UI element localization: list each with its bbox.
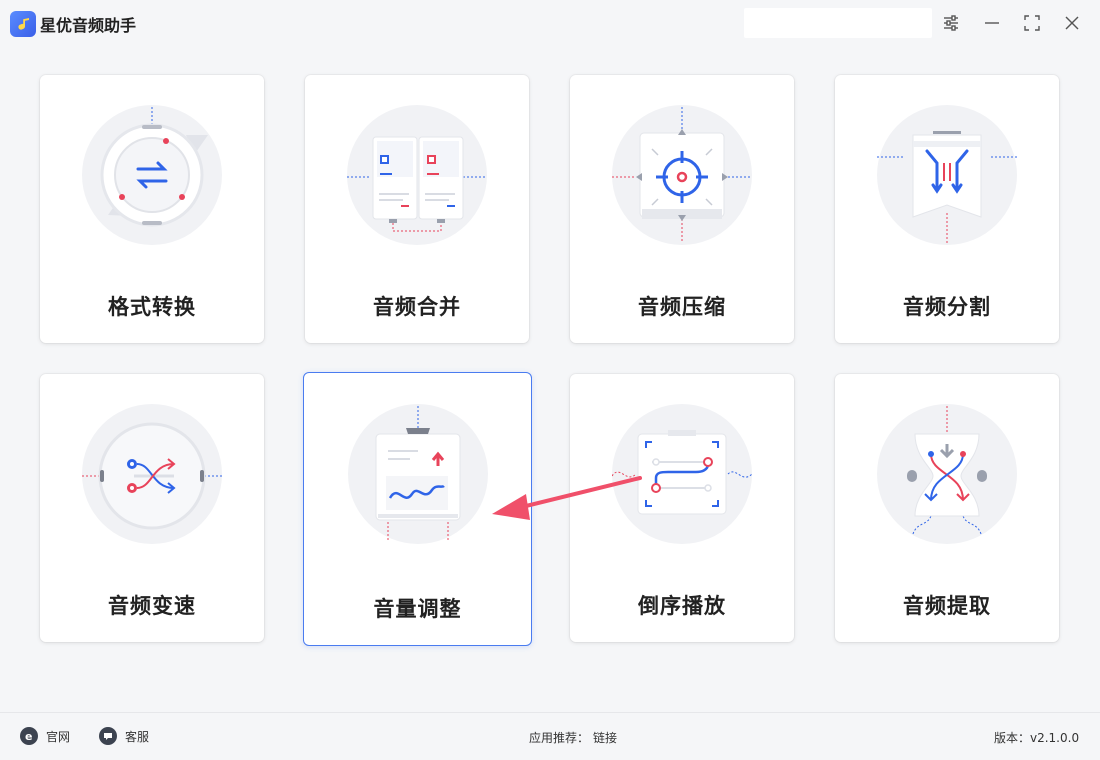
version-label: 版本：v2.1.0.0: [994, 731, 1080, 745]
svg-text:e: e: [25, 730, 32, 742]
feature-label: 格式转换: [108, 295, 196, 319]
app-logo: [10, 11, 36, 37]
feature-label: 音量调整: [373, 597, 462, 621]
feature-card-audio-compress[interactable]: 音频压缩: [570, 75, 794, 343]
format-convert-icon: [82, 105, 222, 245]
recommend-label: 应用推荐：: [529, 731, 590, 745]
maximize-icon[interactable]: [1021, 12, 1043, 34]
volume-adjust-icon: [348, 404, 488, 544]
music-note-icon: [18, 17, 29, 30]
feature-card-audio-extract[interactable]: 音频提取: [835, 374, 1059, 642]
recommend-link[interactable]: 链接: [593, 729, 617, 746]
footer-bar: e 官网 客服 应用推荐： 链接 版本：v2.1.0.0: [0, 712, 1100, 760]
website-label: 官网: [46, 729, 71, 744]
minimize-icon[interactable]: [981, 12, 1003, 34]
title-search-box[interactable]: [744, 8, 932, 38]
reverse-play-icon: [612, 404, 752, 544]
app-title: 星优音频助手: [40, 16, 137, 35]
chat-bubble-icon: [99, 727, 117, 745]
website-link[interactable]: e 官网: [20, 727, 70, 745]
audio-split-icon: [877, 105, 1017, 245]
ie-browser-icon: e: [20, 727, 38, 745]
settings-sliders-icon[interactable]: [940, 12, 962, 34]
feature-label: 倒序播放: [638, 594, 726, 618]
feature-card-volume-adjust[interactable]: 音量调整: [303, 372, 532, 646]
feature-card-format-convert[interactable]: 格式转换: [40, 75, 264, 343]
audio-extract-icon: [877, 404, 1017, 544]
feature-label: 音频变速: [108, 594, 196, 618]
audio-compress-icon: [612, 105, 752, 245]
feature-card-reverse-play[interactable]: 倒序播放: [570, 374, 794, 642]
audio-merge-icon: [347, 105, 487, 245]
support-link[interactable]: 客服: [99, 727, 149, 745]
feature-label: 音频合并: [373, 295, 461, 319]
feature-card-audio-merge[interactable]: 音频合并: [305, 75, 529, 343]
audio-speed-icon: [82, 404, 222, 544]
close-icon[interactable]: [1061, 12, 1083, 34]
feature-card-audio-speed[interactable]: 音频变速: [40, 374, 264, 642]
title-bar: 星优音频助手: [0, 0, 1100, 48]
feature-label: 音频分割: [903, 295, 991, 319]
feature-label: 音频压缩: [638, 295, 726, 319]
support-label: 客服: [125, 729, 150, 744]
feature-card-audio-split[interactable]: 音频分割: [835, 75, 1059, 343]
feature-label: 音频提取: [903, 594, 991, 618]
